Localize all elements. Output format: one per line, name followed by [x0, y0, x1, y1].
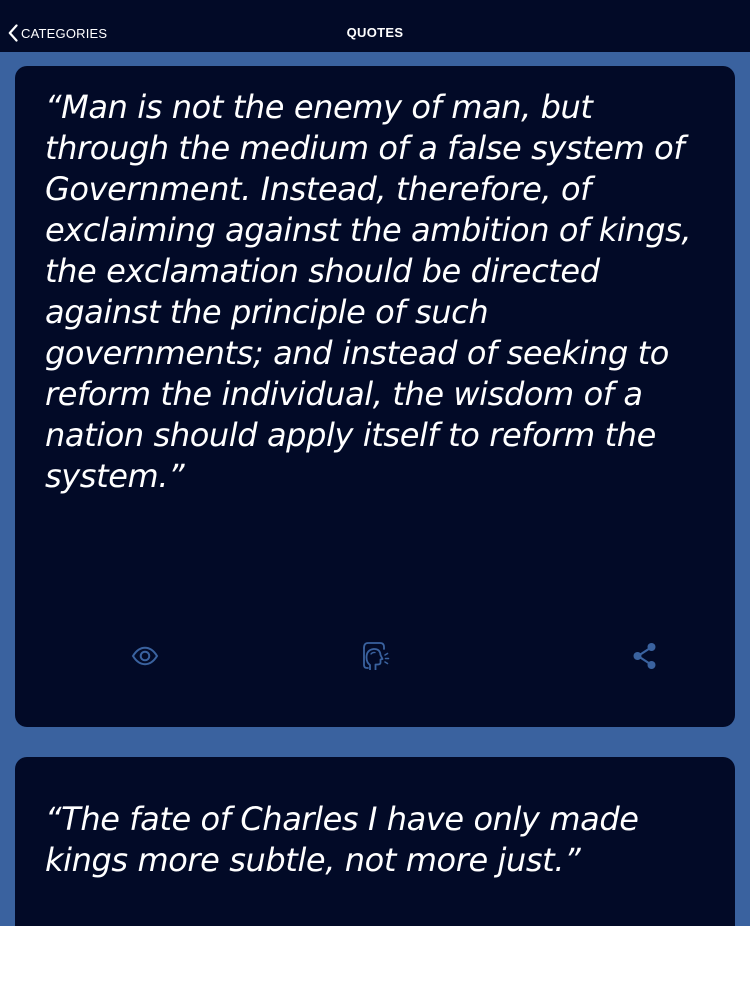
speak-button[interactable]: [357, 638, 393, 674]
status-bar: [0, 0, 750, 14]
share-icon: [633, 643, 656, 669]
page-title: QUOTES: [346, 25, 404, 40]
quote-text[interactable]: “The fate of Charles I have only made ki…: [45, 799, 711, 881]
navigation-bar: CATEGORIES QUOTES: [0, 14, 750, 52]
view-button[interactable]: [127, 638, 163, 674]
quote-actions: [15, 638, 735, 674]
quote-text[interactable]: “Man is not the enemy of man, but throug…: [45, 87, 711, 497]
quotes-screen: CATEGORIES QUOTES “Man is not the enemy …: [0, 0, 750, 926]
quote-card: “Man is not the enemy of man, but throug…: [15, 66, 735, 727]
eye-icon: [131, 646, 159, 666]
share-button[interactable]: [627, 638, 663, 674]
speak-icon: [363, 642, 390, 670]
quote-card: “The fate of Charles I have only made ki…: [15, 757, 735, 926]
